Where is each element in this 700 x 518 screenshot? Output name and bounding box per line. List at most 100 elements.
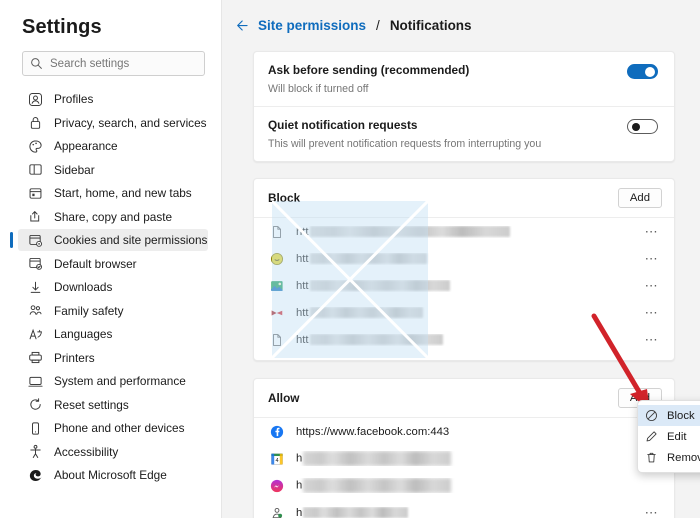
- sidebar-item-family-safety[interactable]: Family safety: [18, 300, 208, 322]
- breadcrumb-separator: /: [376, 18, 380, 33]
- sidebar-item-label: Share, copy and paste: [54, 209, 173, 224]
- sidebar-item-phone-and-other-devices[interactable]: Phone and other devices: [18, 417, 208, 439]
- page-title: Settings: [22, 16, 102, 38]
- sidebar-item-label: Default browser: [54, 256, 137, 271]
- site-url: https://www.facebook.com:443: [296, 425, 450, 438]
- palette-icon: [29, 139, 42, 153]
- sidebar-item-sidebar[interactable]: Sidebar: [18, 159, 208, 181]
- family-icon: [29, 305, 42, 315]
- toggle-knob: [645, 66, 655, 77]
- sidebar-item-system-and-performance[interactable]: System and performance: [18, 370, 208, 392]
- allow-site-row[interactable]: h ⋯: [254, 472, 674, 499]
- site-url: htt: [296, 226, 631, 238]
- phone-icon: [32, 421, 39, 435]
- green-image-icon: [271, 280, 283, 291]
- sidebar-item-label: About Microsoft Edge: [54, 468, 167, 482]
- more-options-icon[interactable]: ⋯: [643, 252, 661, 265]
- breadcrumb-parent-link[interactable]: Site permissions: [258, 18, 366, 33]
- quiet-notification-requests-toggle[interactable]: [627, 119, 658, 134]
- yellow-circle-icon: [270, 252, 284, 265]
- sidebar-item-downloads[interactable]: Downloads: [18, 276, 208, 298]
- sidebar-item-printers[interactable]: Printers: [18, 347, 208, 369]
- sidebar-item-about-microsoft-edge[interactable]: About Microsoft Edge: [18, 464, 208, 486]
- more-options-icon[interactable]: ⋯: [643, 506, 661, 518]
- sidebar-item-label: Reset settings: [54, 397, 129, 412]
- block-circle-icon: [646, 410, 657, 421]
- more-options-icon[interactable]: ⋯: [643, 225, 661, 238]
- person-badge-icon: [272, 507, 283, 518]
- settings-window: Settings Profiles: [0, 0, 700, 518]
- document-icon: [273, 225, 281, 238]
- block-site-row[interactable]: htt ⋯: [254, 245, 674, 272]
- search-icon: [31, 58, 42, 69]
- allow-site-row[interactable]: 4 h ⋯: [254, 445, 674, 472]
- context-menu-item-edit[interactable]: Edit: [638, 426, 700, 447]
- site-url: htt: [296, 253, 631, 265]
- site-context-menu: Block Edit Remove: [637, 400, 700, 473]
- sidebar-item-privacy-search-services[interactable]: Privacy, search, and services: [18, 112, 208, 134]
- default-browser-icon: [29, 257, 42, 270]
- more-options-icon[interactable]: ⋯: [643, 279, 661, 292]
- settings-nav-list: Profiles Privacy, search, and services A…: [0, 88, 221, 486]
- sidebar-item-profiles[interactable]: Profiles: [18, 88, 208, 110]
- sidebar-item-label: System and performance: [54, 374, 186, 388]
- toggle-knob: [631, 122, 640, 131]
- sidebar-icon: [29, 164, 42, 175]
- search-settings-box[interactable]: [22, 51, 205, 76]
- search-input[interactable]: [50, 57, 197, 70]
- accessibility-icon: [30, 444, 41, 458]
- setting-subtitle: This will prevent notification requests …: [268, 138, 542, 150]
- allow-site-row[interactable]: https://www.facebook.com:443 ⋯: [254, 418, 674, 445]
- notification-toggles-card: Ask before sending (recommended) Will bl…: [253, 51, 675, 162]
- document-icon: [273, 333, 281, 346]
- site-url: htt: [296, 334, 631, 346]
- block-add-button[interactable]: Add: [617, 188, 662, 208]
- sidebar-item-label: Privacy, search, and services: [54, 115, 207, 130]
- more-options-icon[interactable]: ⋯: [643, 333, 661, 346]
- quiet-notification-requests-row: Quiet notification requests This will pr…: [254, 106, 674, 161]
- block-site-row[interactable]: htt ⋯: [254, 272, 674, 299]
- context-menu-item-remove[interactable]: Remove: [638, 447, 700, 468]
- sidebar-item-reset-settings[interactable]: Reset settings: [18, 394, 208, 416]
- block-site-row[interactable]: htt ⋯: [254, 326, 674, 353]
- reset-icon: [30, 398, 41, 410]
- sidebar-item-label: Languages: [54, 327, 113, 341]
- ask-before-sending-toggle[interactable]: [627, 64, 658, 79]
- sidebar-item-cookies-and-site-permissions[interactable]: Cookies and site permissions: [10, 229, 208, 251]
- back-arrow-icon[interactable]: [233, 18, 248, 33]
- sidebar-item-label: Sidebar: [54, 162, 95, 177]
- printer-icon: [29, 351, 42, 364]
- sidebar-item-label: Appearance: [54, 139, 118, 153]
- messenger-icon: [270, 479, 284, 492]
- sidebar-item-start-home-new-tabs[interactable]: Start, home, and new tabs: [18, 182, 208, 204]
- allow-list-card: Allow Add https://www.facebook.com:443 ⋯…: [253, 378, 675, 518]
- sidebar-item-label: Downloads: [54, 280, 113, 294]
- context-menu-item-label: Edit: [667, 430, 687, 443]
- sidebar-item-languages[interactable]: Languages: [18, 323, 208, 345]
- ask-before-sending-row: Ask before sending (recommended) Will bl…: [254, 52, 674, 106]
- block-site-row[interactable]: htt ⋯: [254, 218, 674, 245]
- breadcrumb-current: Notifications: [389, 18, 472, 33]
- facebook-icon: [270, 425, 284, 438]
- pencil-icon: [646, 431, 657, 442]
- block-list-card: Block Add htt ⋯ htt ⋯ htt ⋯ htt ⋯ htt ⋯: [253, 178, 675, 361]
- sidebar-item-accessibility[interactable]: Accessibility: [18, 441, 208, 463]
- calendar-icon: 4: [271, 452, 283, 465]
- block-site-row[interactable]: htt ⋯: [254, 299, 674, 326]
- block-list-header: Block Add: [254, 179, 674, 218]
- site-url: h: [296, 478, 631, 493]
- share-icon: [30, 211, 40, 222]
- settings-sidebar: Settings Profiles: [0, 0, 222, 518]
- setting-title: Quiet notification requests: [268, 118, 418, 132]
- sidebar-item-share-copy-paste[interactable]: Share, copy and paste: [18, 206, 208, 228]
- allow-site-row[interactable]: h ⋯: [254, 499, 674, 518]
- site-url: htt: [296, 280, 631, 292]
- context-menu-item-block[interactable]: Block: [638, 405, 700, 426]
- sidebar-item-appearance[interactable]: Appearance: [18, 135, 208, 157]
- download-icon: [30, 281, 41, 293]
- sidebar-item-default-browser[interactable]: Default browser: [18, 253, 208, 275]
- more-options-icon[interactable]: ⋯: [643, 306, 661, 319]
- site-url: htt: [296, 307, 631, 319]
- cookie-settings-icon: [29, 234, 42, 247]
- setting-title: Ask before sending (recommended): [268, 63, 470, 77]
